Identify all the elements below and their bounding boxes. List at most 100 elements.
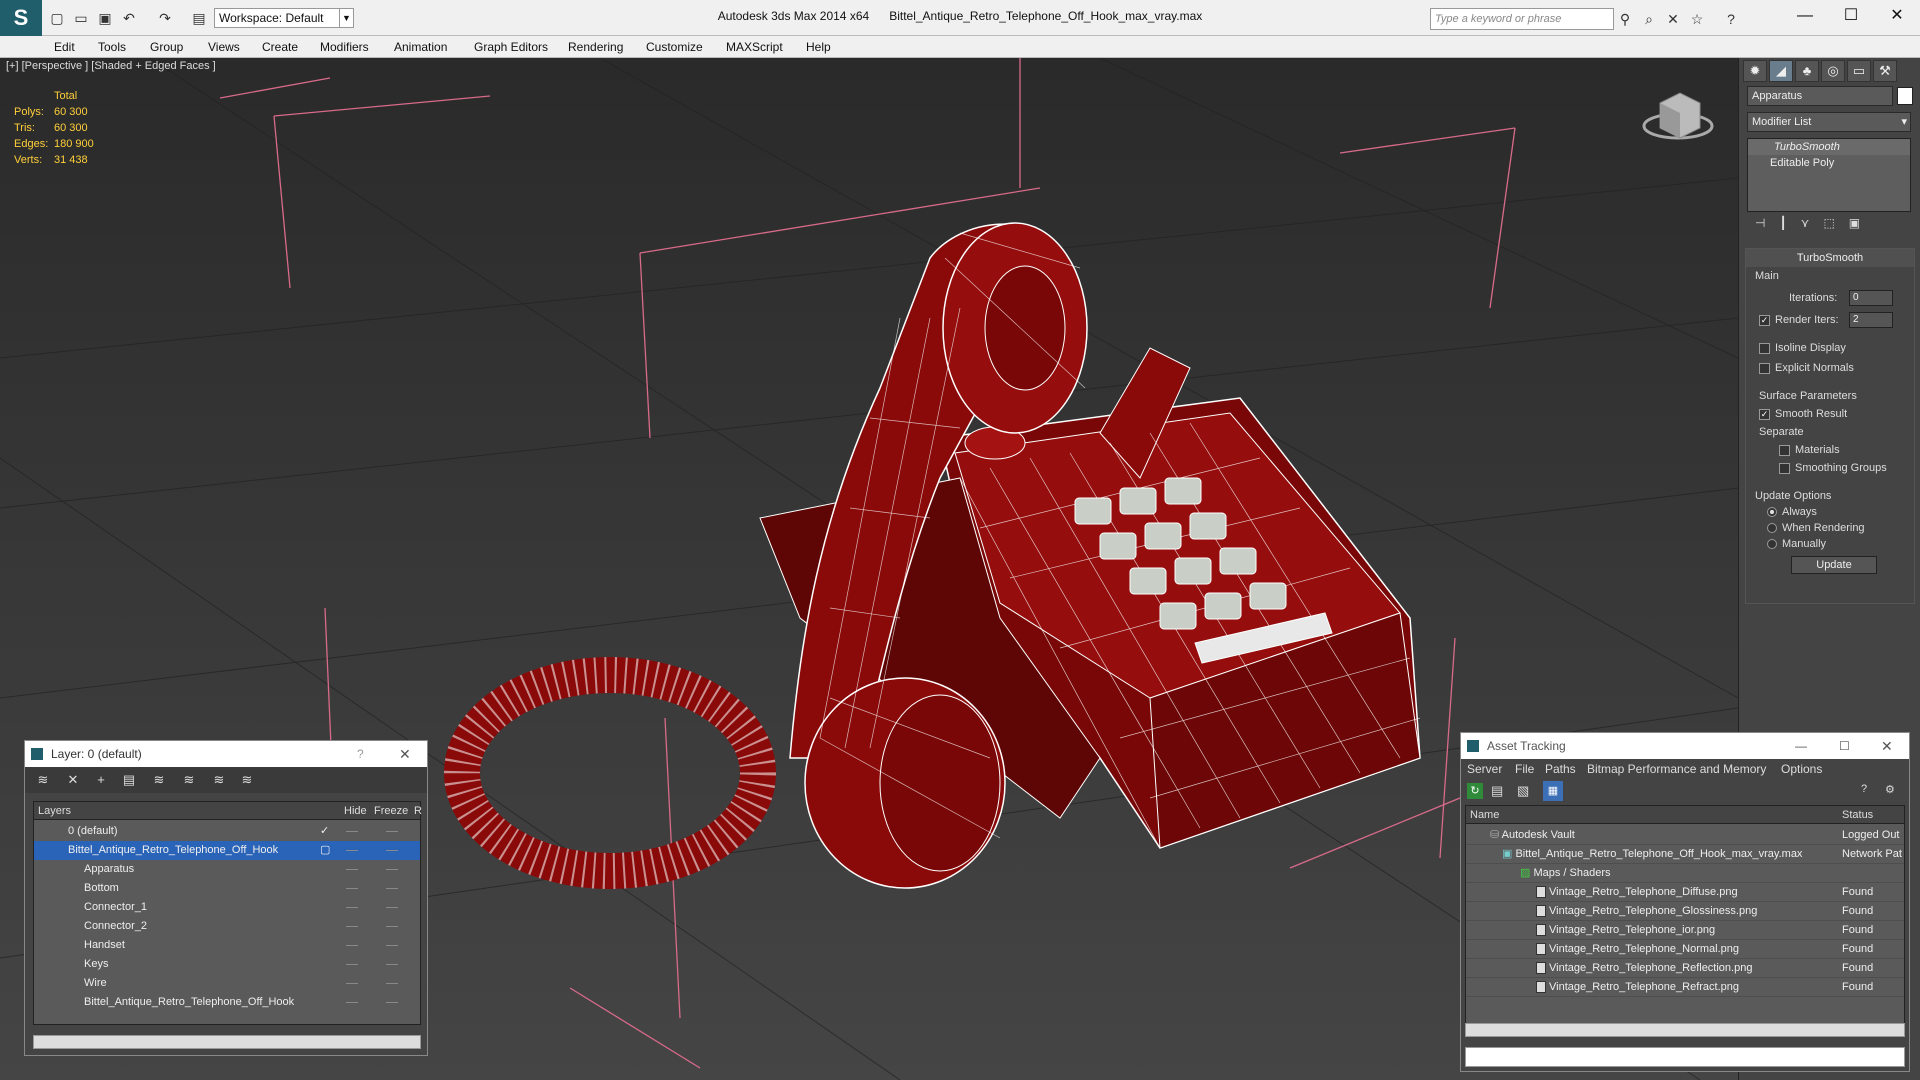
active-check-icon[interactable]: ✓ <box>320 822 329 841</box>
freeze-toggle[interactable] <box>386 888 398 889</box>
explicit-normals-row[interactable]: Explicit Normals <box>1759 360 1854 376</box>
manually-radio[interactable] <box>1767 539 1777 550</box>
rollout-title[interactable]: TurboSmooth <box>1746 249 1914 267</box>
hide-toggle[interactable] <box>346 907 358 908</box>
menu-maxscript[interactable]: MAXScript <box>726 36 783 58</box>
stack-item-editable-poly[interactable]: Editable Poly <box>1748 155 1910 171</box>
freeze-toggle[interactable] <box>386 1002 398 1003</box>
thumbnail-view-icon[interactable]: ▧ <box>1517 783 1529 799</box>
layer-manager-icon[interactable]: ≋ <box>33 771 53 789</box>
add-layer-icon[interactable]: + <box>91 771 111 789</box>
project-folder-icon[interactable]: ▤ <box>190 9 208 27</box>
render-iters-spinner[interactable]: 2 <box>1849 312 1893 328</box>
minimize-icon[interactable]: — <box>1795 733 1807 759</box>
settings-icon[interactable]: ⚙ <box>1885 783 1895 796</box>
smooth-result-row[interactable]: ✓ Smooth Result <box>1759 406 1847 422</box>
render-iters-checkbox[interactable]: ✓ <box>1759 314 1770 326</box>
col-hide[interactable]: Hide <box>344 802 367 820</box>
menu-animation[interactable]: Animation <box>394 36 447 58</box>
close-button[interactable]: ✕ <box>1874 0 1920 32</box>
render-iters-row[interactable]: ✓ Render Iters: <box>1759 312 1839 328</box>
layer-row[interactable]: 0 (default) ✓ <box>34 822 420 841</box>
workspace-dropdown[interactable]: Workspace: Default ▼ <box>214 8 354 28</box>
hide-toggle[interactable] <box>346 869 358 870</box>
create-tab-icon[interactable]: ✹ <box>1743 60 1767 82</box>
col-freeze[interactable]: Freeze <box>374 802 408 820</box>
maximize-button[interactable]: ☐ <box>1828 0 1874 32</box>
communication-icon[interactable]: ✕ <box>1662 8 1684 30</box>
maximize-icon[interactable]: ☐ <box>1839 733 1850 759</box>
menu-group[interactable]: Group <box>150 36 183 58</box>
always-row[interactable]: Always <box>1767 504 1817 520</box>
asset-menu-file[interactable]: File <box>1515 759 1534 779</box>
object-row[interactable]: Handset <box>34 936 420 955</box>
when-rendering-row[interactable]: When Rendering <box>1767 520 1865 536</box>
freeze-all-icon[interactable]: ≋ <box>237 771 257 789</box>
menu-edit[interactable]: Edit <box>54 36 75 58</box>
modify-tab-icon[interactable]: ◢ <box>1769 60 1793 82</box>
undo-icon[interactable]: ↶ <box>120 9 138 27</box>
hide-toggle[interactable] <box>346 850 358 851</box>
viewcube-icon[interactable] <box>1642 92 1714 140</box>
search-icon[interactable]: ⌕ <box>1638 8 1660 30</box>
freeze-toggle[interactable] <box>386 926 398 927</box>
menu-rendering[interactable]: Rendering <box>568 36 623 58</box>
col-status[interactable]: Status <box>1842 806 1873 824</box>
search-input[interactable]: Type a keyword or phrase <box>1430 8 1614 30</box>
asset-horizontal-scrollbar[interactable] <box>1465 1023 1905 1037</box>
active-box-icon[interactable]: ▢ <box>320 841 330 860</box>
hide-toggle[interactable] <box>346 831 358 832</box>
select-objects-icon[interactable]: ≋ <box>149 771 169 789</box>
asset-menu-bitmap[interactable]: Bitmap Performance and Memory <box>1587 759 1766 779</box>
materials-checkbox[interactable] <box>1779 444 1790 456</box>
favorites-icon[interactable]: ☆ <box>1686 8 1708 30</box>
asset-row[interactable]: Vintage_Retro_Telephone_Reflection.png Fo… <box>1466 959 1904 978</box>
col-name[interactable]: Name <box>1470 806 1499 824</box>
modifier-list-dropdown[interactable]: Modifier List ▾ <box>1747 112 1911 132</box>
asset-row[interactable]: ▣ Bittel_Antique_Retro_Telephone_Off_Hoo… <box>1466 845 1904 864</box>
smooth-result-checkbox[interactable]: ✓ <box>1759 408 1770 420</box>
hide-toggle[interactable] <box>346 926 358 927</box>
freeze-toggle[interactable] <box>386 983 398 984</box>
asset-row[interactable]: Vintage_Retro_Telephone_Normal.png Found <box>1466 940 1904 959</box>
menu-customize[interactable]: Customize <box>646 36 703 58</box>
menu-tools[interactable]: Tools <box>98 36 126 58</box>
freeze-toggle[interactable] <box>386 907 398 908</box>
utilities-tab-icon[interactable]: ⚒ <box>1873 60 1897 82</box>
motion-tab-icon[interactable]: ◎ <box>1821 60 1845 82</box>
menu-modifiers[interactable]: Modifiers <box>320 36 369 58</box>
col-layers[interactable]: Layers <box>38 802 71 820</box>
always-radio[interactable] <box>1767 507 1777 518</box>
object-row[interactable]: Connector_1 <box>34 898 420 917</box>
freeze-toggle[interactable] <box>386 964 398 965</box>
object-row[interactable]: Bittel_Antique_Retro_Telephone_Off_Hook <box>34 993 420 1012</box>
save-icon[interactable]: ▣ <box>96 9 114 27</box>
menu-help[interactable]: Help <box>806 36 831 58</box>
asset-menu-options[interactable]: Options <box>1781 759 1822 779</box>
menu-views[interactable]: Views <box>208 36 240 58</box>
freeze-toggle[interactable] <box>386 850 398 851</box>
object-row[interactable]: Wire <box>34 974 420 993</box>
binoculars-icon[interactable]: ⚲ <box>1614 8 1636 30</box>
iterations-spinner[interactable]: 0 <box>1849 290 1893 306</box>
table-view-icon[interactable]: ▦ <box>1543 781 1563 801</box>
layer-horizontal-scrollbar[interactable] <box>33 1035 421 1049</box>
asset-row[interactable]: Vintage_Retro_Telephone_Glossiness.png Fo… <box>1466 902 1904 921</box>
object-color-swatch[interactable] <box>1897 87 1913 105</box>
asset-row[interactable]: ▨ Maps / Shaders <box>1466 864 1904 883</box>
object-row[interactable]: Connector_2 <box>34 917 420 936</box>
refresh-icon[interactable]: ↻ <box>1467 783 1483 799</box>
col-render[interactable]: R <box>414 802 422 820</box>
object-row[interactable]: Bottom <box>34 879 420 898</box>
delete-layer-icon[interactable]: ✕ <box>63 771 83 789</box>
menu-create[interactable]: Create <box>262 36 298 58</box>
hide-all-icon[interactable]: ≋ <box>209 771 229 789</box>
object-row[interactable]: Apparatus <box>34 860 420 879</box>
isoline-row[interactable]: Isoline Display <box>1759 340 1846 356</box>
hide-toggle[interactable] <box>346 1002 358 1003</box>
manually-row[interactable]: Manually <box>1767 536 1826 552</box>
new-icon[interactable]: ▢ <box>48 9 66 27</box>
smoothing-groups-checkbox[interactable] <box>1779 462 1790 474</box>
minimize-button[interactable]: — <box>1782 0 1828 32</box>
hierarchy-tab-icon[interactable]: ♣ <box>1795 60 1819 82</box>
